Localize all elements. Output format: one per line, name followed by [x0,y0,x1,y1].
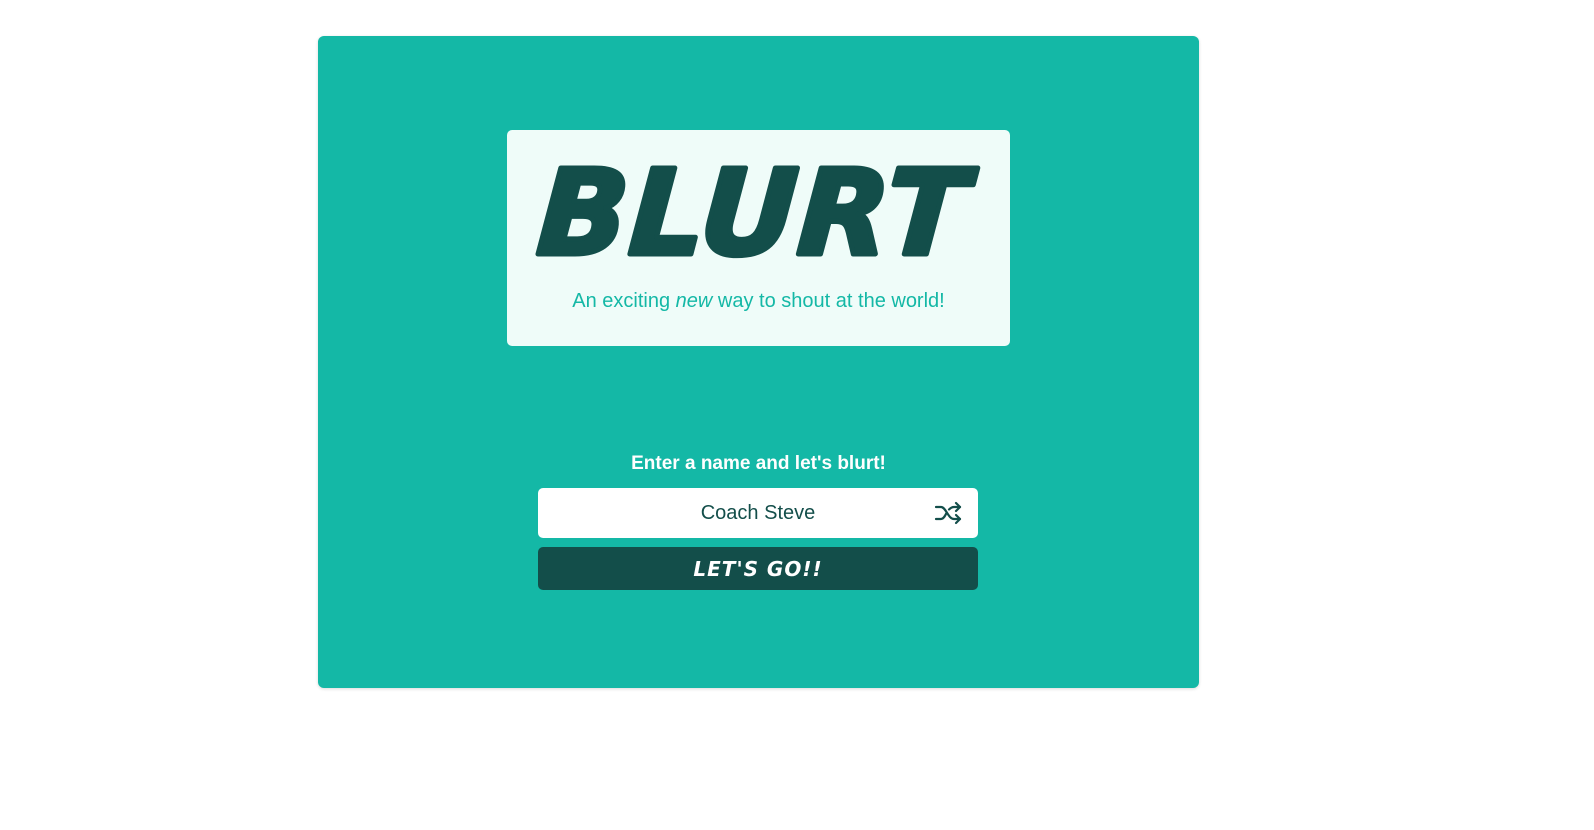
name-input[interactable] [538,488,978,538]
tagline-emphasis: new [675,290,713,312]
name-field [538,488,978,538]
blurt-card: BLURT An exciting new way to shout at th… [318,36,1199,688]
blurt-logo: BLURT [531,150,983,270]
tagline-start: An exciting [572,290,676,312]
tagline-end: way to shout at the world! [712,290,945,312]
lets-go-button[interactable]: LET'S GO!! [538,547,978,590]
logo-panel: BLURT An exciting new way to shout at th… [507,130,1010,346]
logo-text: BLURT [534,150,981,270]
tagline: An exciting new way to shout at the worl… [507,290,1010,313]
shuffle-icon[interactable] [934,500,962,526]
name-prompt-label: Enter a name and let's blurt! [631,453,886,474]
